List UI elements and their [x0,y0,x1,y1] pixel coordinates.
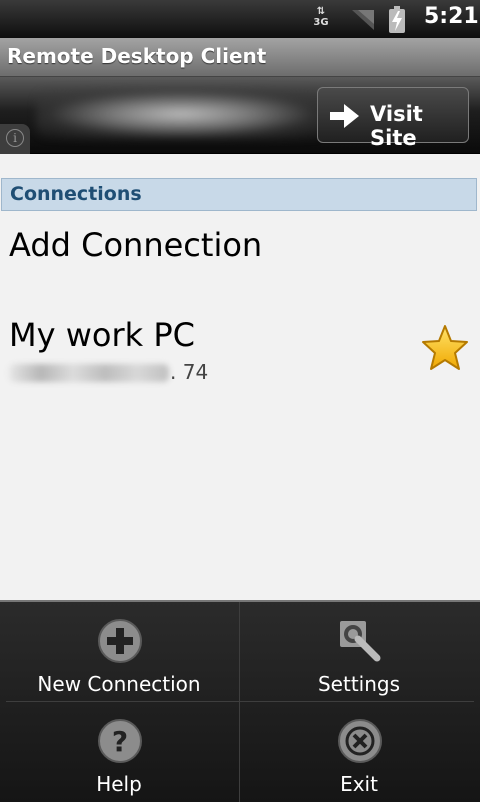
options-menu: New Connection Settings ? Help Exit [0,600,480,802]
menu-exit[interactable]: Exit [240,702,478,800]
close-circle-icon [338,719,382,763]
menu-help-label: Help [96,772,142,796]
title-bar: Remote Desktop Client [0,38,480,77]
info-icon[interactable]: i [0,124,30,154]
battery-charging-icon [389,6,405,33]
menu-help[interactable]: ? Help [0,702,238,800]
app-title: Remote Desktop Client [7,44,267,68]
menu-exit-label: Exit [340,772,378,796]
question-icon: ? [98,719,142,763]
status-time: 5:21 [424,4,479,29]
add-connection-item[interactable]: Add Connection [9,226,262,264]
connections-header: Connections [1,178,477,211]
plus-circle-icon [98,619,142,663]
visit-site-button[interactable]: Visit Site [317,87,469,150]
signal-icon [352,10,374,30]
connection-item[interactable]: My work PC . 74 [0,314,480,394]
menu-settings-label: Settings [317,672,401,696]
menu-settings[interactable]: Settings [240,602,478,700]
menu-new-connection[interactable]: New Connection [0,602,238,700]
connection-name: My work PC [9,316,195,354]
visit-site-label: Visit Site [370,102,423,150]
connections-panel: Connections Add Connection My work PC . … [0,154,480,600]
data-arrows-icon: ⇅ 3G [313,6,329,28]
favorite-star-icon[interactable] [420,324,470,372]
status-bar: ⇅ 3G 5:21 [0,0,480,38]
wrench-icon [340,621,381,662]
svg-text:?: ? [112,725,128,758]
menu-new-connection-label: New Connection [37,672,201,696]
ad-image-blurred [36,89,326,139]
arrow-right-icon [330,104,359,128]
connections-header-label: Connections [10,183,142,205]
network-type: 3G [313,17,329,28]
connection-address-suffix: . 74 [170,360,209,384]
connection-address-blurred [9,364,169,382]
